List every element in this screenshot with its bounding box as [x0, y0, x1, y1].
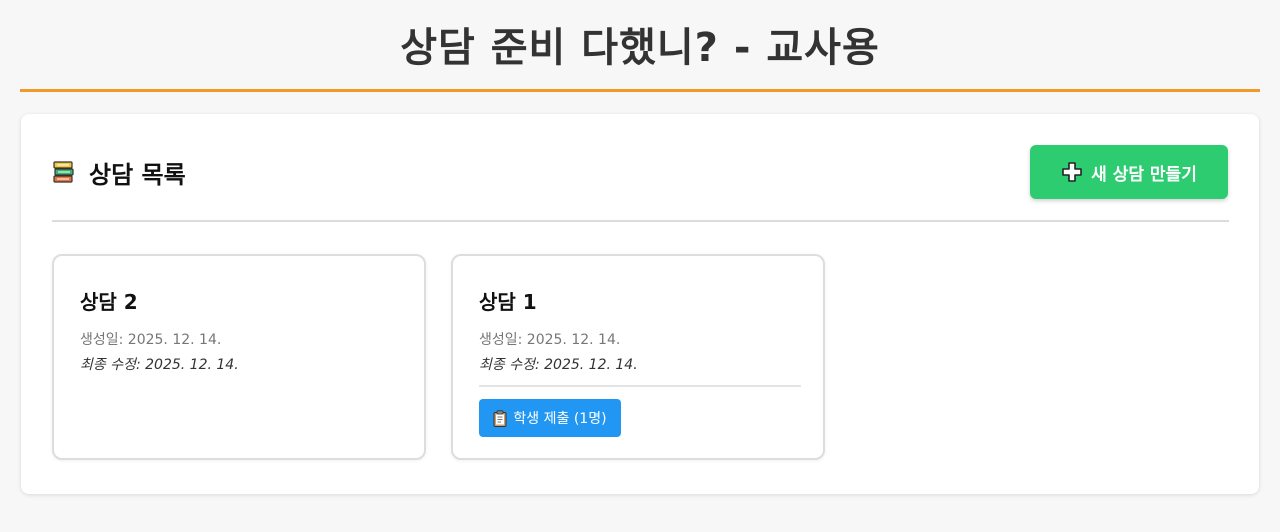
- session-title: 상담 1: [479, 290, 537, 314]
- panel-title: 상담 목록: [89, 160, 186, 189]
- card-divider: [479, 385, 801, 387]
- session-title: 상담 2: [80, 290, 138, 314]
- session-created-date: 생성일: 2025. 12. 14.: [80, 332, 222, 348]
- session-card[interactable]: 상담 2 생성일: 2025. 12. 14. 최종 수정: 2025. 12.…: [52, 254, 426, 460]
- plus-icon: [1061, 161, 1083, 183]
- session-modified-date: 최종 수정: 2025. 12. 14.: [80, 357, 239, 373]
- panel-header: 상담 목록: [51, 154, 186, 190]
- title-divider: [20, 89, 1260, 92]
- student-submissions-button[interactable]: 학생 제출 (1명): [479, 399, 621, 437]
- new-session-button[interactable]: 새 상담 만들기: [1030, 145, 1228, 199]
- session-modified-date: 최종 수정: 2025. 12. 14.: [479, 357, 638, 373]
- session-card[interactable]: 상담 1 생성일: 2025. 12. 14. 최종 수정: 2025. 12.…: [451, 254, 825, 460]
- new-session-label: 새 상담 만들기: [1091, 164, 1197, 185]
- student-submissions-label: 학생 제출 (1명): [513, 411, 607, 427]
- header-divider: [52, 220, 1229, 222]
- session-created-date: 생성일: 2025. 12. 14.: [479, 332, 621, 348]
- clipboard-icon: [493, 409, 507, 427]
- app-title: 상담 준비 다했니? - 교사용: [400, 25, 880, 71]
- books-icon: [51, 159, 77, 185]
- session-list-panel: 상담 목록 새 상담 만들기 상담 2 생성일: 2025. 12. 14. 최…: [21, 114, 1259, 494]
